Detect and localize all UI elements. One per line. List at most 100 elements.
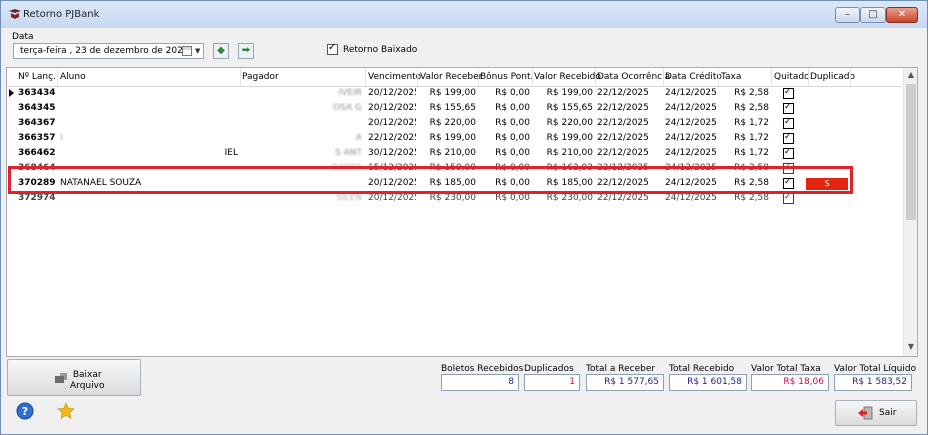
close-button[interactable]: ✕ [886,7,918,23]
duplicate-row-highlight [8,166,853,194]
quitado-checkbox[interactable]: ✓ [783,102,794,114]
help-icon[interactable]: ? [16,402,34,420]
cell-data-ocorrencia: 22/12/2025 [597,88,649,98]
chevron-down-icon[interactable]: ▼ [195,47,200,55]
quitado-checkbox[interactable]: ✓ [783,132,794,144]
checkmark-icon: ✓ [784,147,792,157]
cell-aluno: I [60,133,63,143]
title-bar[interactable]: Retorno PJBank – □ ✕ [1,1,927,28]
date-picker[interactable]: terça-feira , 23 de dezembro de 2025 ▼ [13,43,204,59]
cell-valor-receber: R$ 230,00 [429,193,476,203]
table-row[interactable]: 366462 IEL S ANT 30/12/2025 R$ 210,00 R$ 0,00… [7,146,902,161]
table-row[interactable]: 366357 I A 22/12/2025 R$ 199,00 R$ 0,00 R$ 199… [7,131,902,146]
col-valor-receber[interactable]: Valor Receber [420,72,482,82]
summary-value: 8 [441,374,519,391]
col-data-credito[interactable]: Data Crédito [665,72,722,82]
checkmark-icon: ✓ [784,102,792,112]
col-pagador[interactable]: Pagador [242,72,279,82]
star-icon[interactable] [57,402,75,420]
cell-vencimento: 22/12/2025 [368,133,416,143]
cell-valor-receber: R$ 210,00 [429,148,476,158]
col-valor-recebido[interactable]: Valor Recebido [534,72,601,82]
cell-taxa: R$ 1,72 [734,133,769,143]
cell-data-ocorrencia: 22/12/2025 [597,148,649,158]
cell-valor-receber: R$ 199,00 [429,133,476,143]
cell-taxa: R$ 2,58 [734,103,769,113]
checkmark-icon: ✓ [784,117,792,127]
quitado-checkbox[interactable]: ✓ [783,147,794,159]
scroll-down-icon[interactable]: ▼ [904,342,917,354]
row-pointer-icon [9,89,14,97]
cell-lanc: 363434 [18,88,56,98]
calendar-icon[interactable] [182,46,192,56]
summary-value: R$ 1 583,52 [834,374,912,391]
app-window: Retorno PJBank – □ ✕ Data terça-feira , … [0,0,928,435]
cell-valor-receber: R$ 199,00 [429,88,476,98]
baixar-arquivo-label: Baixar Arquivo [70,370,105,391]
checkmark-icon: ✓ [784,132,792,142]
col-quitado[interactable]: Quitado [774,72,810,82]
cell-valor-recebido: R$ 199,00 [546,133,593,143]
cell-vencimento: 20/12/2025 [368,103,416,113]
scroll-thumb[interactable] [906,84,916,220]
cell-valor-recebido: R$ 210,00 [546,148,593,158]
cell-data-credito: 24/12/2025 [665,118,717,128]
cell-lanc: 366462 [18,148,56,158]
cell-data-credito: 24/12/2025 [665,193,717,203]
summary-label: Total Recebido [669,364,735,374]
cell-valor-receber: R$ 220,00 [429,118,476,128]
col-lanc[interactable]: Nº Lanç. [18,72,56,82]
cell-bonus: R$ 0,00 [495,103,530,113]
sair-label: Sair [879,408,897,418]
scroll-up-icon[interactable]: ▲ [904,70,917,82]
summary-label: Total a Receber [586,364,656,374]
maximize-icon: □ [868,9,878,20]
sair-button[interactable]: Sair [835,400,917,426]
cell-taxa: R$ 2,58 [734,88,769,98]
table-row[interactable]: 363434 IVEIR 20/12/2025 R$ 199,00 R$ 0,00 R$ … [7,86,902,101]
retorno-baixado-checkbox[interactable]: ✓ [327,42,338,55]
close-icon: ✕ [897,9,907,20]
col-bonus[interactable]: Bônus Pont. [480,72,533,82]
checkmark-icon: ✓ [784,87,792,97]
col-aluno[interactable]: Aluno [60,72,86,82]
cell-bonus: R$ 0,00 [495,133,530,143]
cell-bonus: R$ 0,00 [495,88,530,98]
summary-value: R$ 18,06 [751,374,829,391]
quitado-checkbox[interactable]: ✓ [783,87,794,99]
cell-pagador: SILEN [336,193,362,203]
cell-taxa: R$ 2,58 [734,193,769,203]
cell-data-credito: 24/12/2025 [665,103,717,113]
cell-lanc: 366357 [18,133,56,143]
payments-grid[interactable]: Nº Lanç. Aluno Pagador Vencimento Valor … [6,67,918,357]
cell-data-credito: 24/12/2025 [665,148,717,158]
summary-value: R$ 1 601,58 [669,374,747,391]
maximize-button[interactable]: □ [860,7,886,23]
next-day-button[interactable]: ➡ [238,43,254,59]
cell-valor-recebido: R$ 155,65 [546,103,593,113]
col-taxa[interactable]: Taxa [721,72,741,82]
col-data-ocorrencia[interactable]: Data Ocorrência [597,72,670,82]
cell-data-ocorrencia: 22/12/2025 [597,118,649,128]
cell-vencimento: 20/12/2025 [368,193,416,203]
date-value: terça-feira , 23 de dezembro de 2025 [20,46,189,56]
date-label: Data [12,32,34,42]
vertical-scrollbar[interactable]: ▲ ▼ [903,68,917,356]
quitado-checkbox[interactable]: ✓ [783,117,794,129]
minimize-icon: – [845,9,850,20]
retorno-baixado-label: Retorno Baixado [343,45,418,55]
quitado-checkbox[interactable]: ✓ [783,192,794,204]
col-duplicado[interactable]: Duplicado [810,72,855,82]
cell-data-ocorrencia: 22/12/2025 [597,103,649,113]
arrow-left-icon: ◆ [217,45,225,56]
cell-data-ocorrencia: 22/12/2025 [597,193,649,203]
cell-pagador: IVEIR [338,88,362,98]
baixar-arquivo-button[interactable]: Baixar Arquivo [7,359,141,396]
cell-lanc: 364367 [18,118,56,128]
previous-day-button[interactable]: ◆ [213,43,229,59]
arrow-right-icon: ➡ [241,45,251,56]
minimize-button[interactable]: – [835,7,860,23]
table-row[interactable]: 364367 20/12/2025 R$ 220,00 R$ 0,00 R$ 220,0… [7,116,902,131]
table-row[interactable]: 364345 OSA G 20/12/2025 R$ 155,65 R$ 0,00 R$ … [7,101,902,116]
col-vencimento[interactable]: Vencimento [368,72,421,82]
